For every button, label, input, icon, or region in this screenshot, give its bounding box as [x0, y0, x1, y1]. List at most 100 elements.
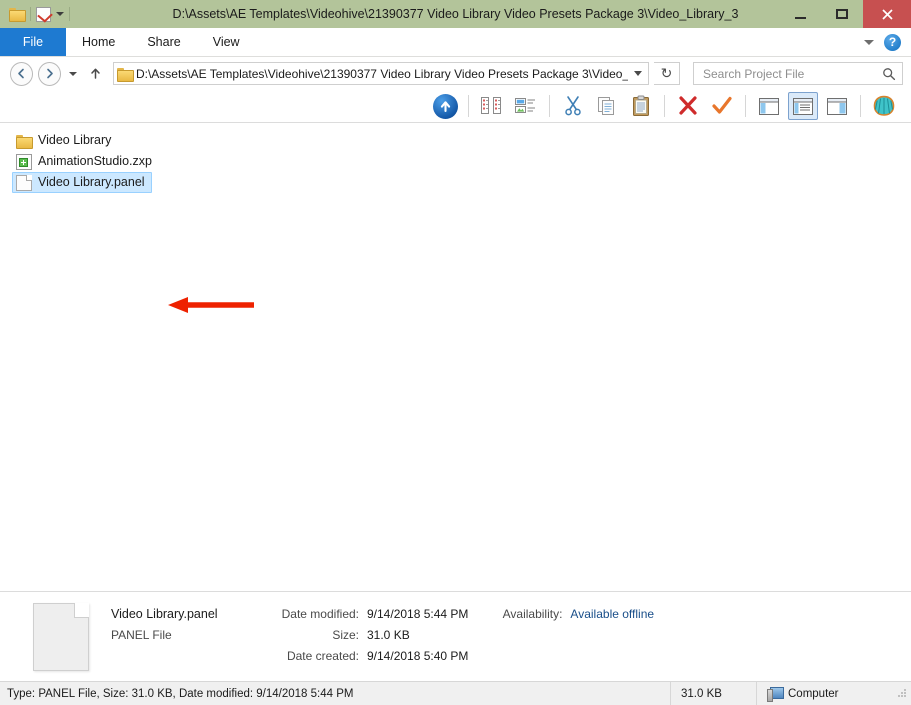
details-row: Availability: Available offline: [494, 605, 654, 623]
file-list-area[interactable]: Video Library AnimationStudio.zxp Video …: [0, 123, 911, 591]
copy-button[interactable]: [592, 92, 622, 120]
explorer-window: D:\Assets\AE Templates\Videohive\2139037…: [0, 0, 911, 705]
back-button[interactable]: [10, 61, 34, 86]
zxp-file-icon: [16, 153, 32, 170]
availability-label: Availability:: [502, 607, 563, 621]
list-item[interactable]: AnimationStudio.zxp: [12, 151, 159, 172]
address-dropdown-button[interactable]: [628, 71, 648, 76]
layout-left-pane-button[interactable]: [754, 92, 784, 120]
up-one-level-icon: [432, 93, 458, 119]
up-one-level-button[interactable]: [430, 92, 460, 120]
view-details-button[interactable]: [511, 92, 541, 120]
toolbar-separator: [745, 95, 746, 117]
folder-icon: [16, 133, 33, 149]
forward-arrow-icon: [47, 68, 54, 79]
shell-button[interactable]: [869, 92, 899, 120]
toolbar-separator: [664, 95, 665, 117]
minimize-button[interactable]: [779, 0, 821, 28]
copy-icon: [598, 97, 614, 115]
paste-button[interactable]: [626, 92, 656, 120]
delete-button[interactable]: [673, 92, 703, 120]
cut-button[interactable]: [558, 92, 588, 120]
details-name-column: Video Library.panel PANEL File: [111, 605, 237, 665]
details-availability-column: Availability: Available offline: [494, 605, 654, 665]
details-value: 9/14/2018 5:40 PM: [367, 649, 469, 663]
back-arrow-icon: [18, 68, 24, 79]
computer-icon: [767, 686, 784, 702]
search-icon: [883, 67, 896, 80]
toolbar-separator: [860, 95, 861, 117]
up-button[interactable]: [85, 62, 106, 86]
refresh-button[interactable]: ↻: [653, 62, 680, 85]
layout-details-pane-button[interactable]: [788, 92, 818, 120]
recent-locations-button[interactable]: [66, 71, 79, 76]
details-label: Date created:: [286, 649, 359, 663]
title-bar: D:\Assets\AE Templates\Videohive\2139037…: [0, 0, 911, 28]
panel-file-icon: [16, 174, 32, 191]
details-label: Date modified:: [281, 607, 359, 621]
resize-grip-icon[interactable]: [894, 688, 908, 699]
status-info: Type: PANEL File, Size: 31.0 KB, Date mo…: [7, 687, 354, 700]
help-icon[interactable]: ?: [884, 33, 901, 51]
view-list-button[interactable]: [477, 92, 507, 120]
refresh-icon: ↻: [660, 65, 673, 81]
maximize-button[interactable]: [821, 0, 863, 28]
chevron-down-icon: [69, 71, 78, 76]
details-row: Size: 31.0 KB: [263, 626, 468, 644]
view-list-icon: [481, 97, 501, 114]
details-columns: Video Library.panel PANEL File Date modi…: [111, 603, 654, 665]
scissors-icon: [565, 96, 581, 116]
up-arrow-icon: [91, 68, 100, 79]
list-item-label: Video Library: [38, 133, 112, 147]
list-item-selected[interactable]: Video Library.panel: [12, 172, 152, 193]
close-button[interactable]: [863, 0, 911, 28]
status-location-label: Computer: [788, 687, 839, 700]
list-item[interactable]: Video Library: [12, 130, 118, 151]
toolbar-separator: [468, 95, 469, 117]
list-item-row: Video Library: [12, 130, 911, 151]
chevron-down-icon: [633, 71, 642, 76]
close-icon: [881, 8, 893, 20]
chevron-down-icon[interactable]: [864, 39, 874, 45]
list-item-row: AnimationStudio.zxp: [12, 151, 911, 172]
window-controls: [779, 0, 911, 28]
details-attributes-column: Date modified: 9/14/2018 5:44 PM Size: 3…: [263, 605, 469, 665]
layout-details-pane-icon: [793, 97, 813, 115]
tab-view[interactable]: View: [197, 28, 256, 56]
address-bar: D:\Assets\AE Templates\Videohive\2139037…: [0, 57, 911, 90]
view-details-icon: [515, 98, 535, 113]
clipboard-icon: [633, 95, 649, 116]
status-size: 31.0 KB: [670, 681, 756, 705]
details-row: Date modified: 9/14/2018 5:44 PM: [263, 605, 469, 623]
layout-preview-pane-icon: [827, 97, 847, 115]
list-item-label: AnimationStudio.zxp: [38, 154, 152, 168]
window-title: D:\Assets\AE Templates\Videohive\2139037…: [172, 7, 739, 21]
list-item-label: Video Library.panel: [38, 175, 145, 189]
tab-home[interactable]: Home: [66, 28, 131, 56]
toolbar-separator: [549, 95, 550, 117]
status-location: Computer: [756, 681, 911, 705]
details-row: Date created: 9/14/2018 5:40 PM: [263, 647, 468, 665]
tab-share[interactable]: Share: [131, 28, 196, 56]
confirm-button[interactable]: [707, 92, 737, 120]
details-file-name: Video Library.panel: [111, 607, 218, 621]
delete-x-icon: [679, 96, 697, 115]
file-thumbnail: [33, 603, 89, 671]
command-toolbar: [0, 90, 911, 123]
ribbon-tab-bar: File Home Share View ?: [0, 28, 911, 57]
file-list: Video Library AnimationStudio.zxp Video …: [0, 123, 911, 193]
details-value: 31.0 KB: [367, 628, 410, 642]
details-value: 9/14/2018 5:44 PM: [367, 607, 469, 621]
folder-icon-glyph: [116, 66, 134, 82]
search-box[interactable]: [692, 62, 903, 85]
address-path-box[interactable]: D:\Assets\AE Templates\Videohive\2139037…: [112, 62, 649, 85]
search-input[interactable]: [702, 66, 882, 81]
forward-button[interactable]: [38, 61, 62, 86]
tab-file[interactable]: File: [0, 28, 66, 56]
layout-preview-pane-button[interactable]: [822, 92, 852, 120]
folder-icon: [114, 66, 136, 82]
details-file-type: PANEL File: [111, 628, 172, 642]
address-path-text: D:\Assets\AE Templates\Videohive\2139037…: [135, 66, 628, 81]
details-pane: Video Library.panel PANEL File Date modi…: [0, 591, 911, 681]
status-bar: Type: PANEL File, Size: 31.0 KB, Date mo…: [0, 681, 911, 705]
